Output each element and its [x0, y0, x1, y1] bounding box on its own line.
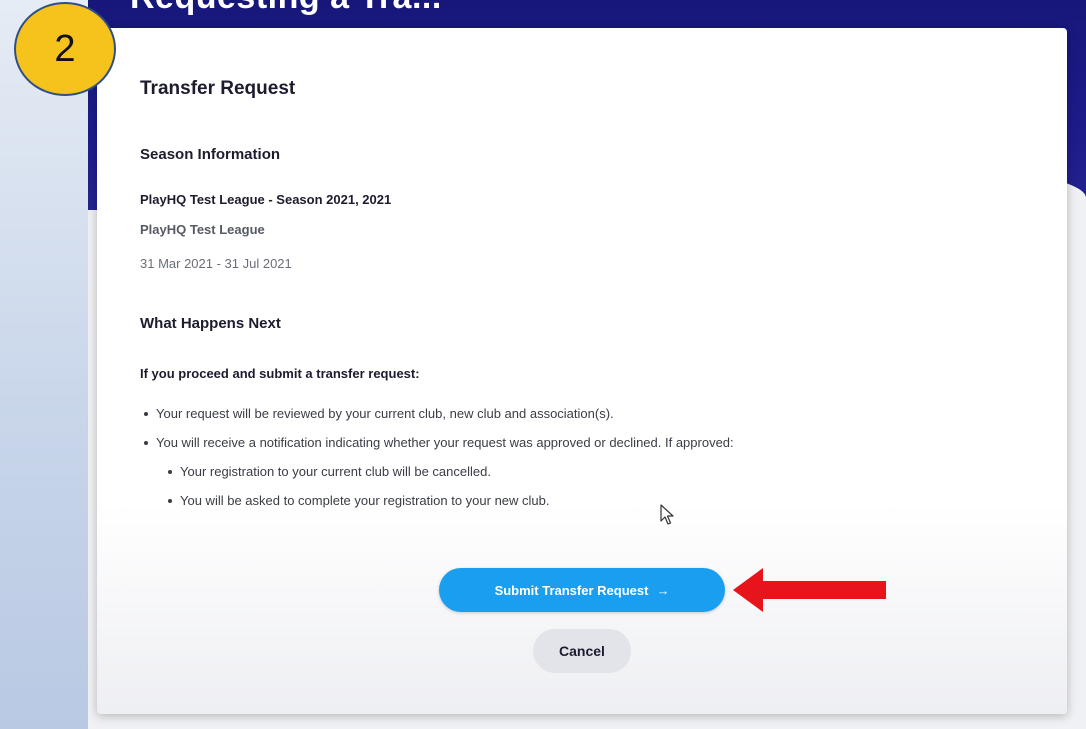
next-steps-list: Your request will be reviewed by your cu… — [140, 405, 734, 521]
league-name: PlayHQ Test League — [140, 222, 265, 237]
season-name: PlayHQ Test League - Season 2021, 2021 — [140, 192, 392, 207]
submit-button-label: Submit Transfer Request — [494, 582, 649, 598]
season-information-heading: Season Information — [140, 146, 281, 163]
what-happens-next-heading: What Happens Next — [140, 315, 281, 332]
step-number-badge: 2 — [14, 2, 116, 96]
list-item: You will be asked to complete your regis… — [164, 492, 734, 521]
list-item: Your registration to your current club w… — [164, 463, 734, 492]
list-item: You will receive a notification indicati… — [140, 434, 734, 463]
red-arrow-left-icon — [733, 568, 886, 612]
list-item: Your request will be reviewed by your cu… — [140, 405, 734, 434]
slide-left-panel — [0, 0, 88, 729]
transfer-request-card: Transfer Request Season Information Play… — [97, 28, 1067, 714]
submit-transfer-request-button[interactable]: Submit Transfer Request → — [439, 568, 725, 612]
cancel-button[interactable]: Cancel — [533, 629, 631, 673]
arrow-right-icon: → — [656, 582, 670, 598]
proceed-intro: If you proceed and submit a transfer req… — [140, 366, 420, 381]
season-dates: 31 Mar 2021 - 31 Jul 2021 — [140, 256, 292, 271]
card-title: Transfer Request — [140, 78, 296, 99]
page-heading-partial: Requesting a Tra... — [130, 0, 442, 16]
mouse-pointer-icon — [660, 504, 674, 525]
